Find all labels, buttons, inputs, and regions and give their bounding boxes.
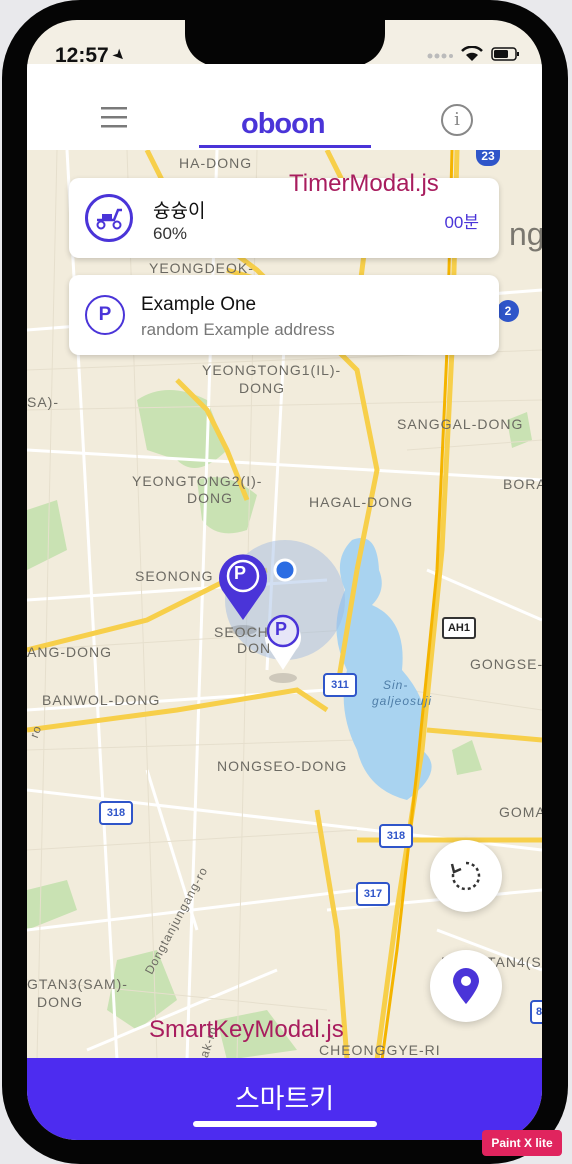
location-arrow-icon: ➤ bbox=[108, 44, 130, 66]
header-active-indicator bbox=[199, 145, 371, 148]
parking-marker[interactable]: P bbox=[275, 619, 287, 640]
notch bbox=[185, 20, 385, 66]
map-label: BANWOL-DONG bbox=[42, 692, 161, 708]
location-pin-icon bbox=[453, 968, 479, 1004]
parking-icon: P bbox=[85, 295, 125, 335]
lake-label: Sin- bbox=[383, 678, 409, 692]
map-label: DONG bbox=[239, 380, 285, 396]
refresh-icon bbox=[450, 861, 481, 891]
smartkey-label: 스마트키 bbox=[234, 1084, 335, 1114]
map-label: BORA bbox=[503, 476, 542, 492]
road-shield: 311 bbox=[323, 673, 357, 697]
refresh-button[interactable] bbox=[430, 840, 502, 912]
map-label: CHEONGGYE-RI bbox=[319, 1042, 441, 1058]
map-label: SA)- bbox=[27, 394, 59, 410]
road-shield: 317 bbox=[356, 882, 390, 906]
signal-icon bbox=[427, 48, 453, 66]
lake-label: galjeosuji bbox=[372, 694, 433, 708]
map-label: YEONGTONG2(I)- bbox=[132, 473, 263, 489]
map-label: HA-DONG bbox=[179, 155, 253, 171]
parking-title: Example One bbox=[141, 294, 257, 315]
map-label: SEOCH bbox=[214, 624, 269, 640]
road-shield: 318 bbox=[379, 824, 413, 848]
map-label: YEONGDEOK- bbox=[149, 260, 254, 276]
road-shield: 23 bbox=[476, 150, 500, 166]
my-location-button[interactable] bbox=[430, 950, 502, 1022]
road-shield: 318 bbox=[99, 801, 133, 825]
parking-card[interactable]: P Example One random Example address bbox=[69, 275, 499, 355]
timer-value: 00분 bbox=[444, 213, 479, 232]
road-shield: AH1 bbox=[442, 617, 476, 639]
menu-icon[interactable] bbox=[101, 106, 127, 133]
map-label: NONGSEO-DONG bbox=[217, 758, 348, 774]
map-label: SEONONG bbox=[135, 568, 214, 584]
map-label: SANGGAL-DONG bbox=[397, 416, 524, 432]
parking-address: random Example address bbox=[141, 320, 335, 339]
map-label: GOMA bbox=[499, 804, 542, 820]
home-indicator bbox=[193, 1121, 377, 1127]
app-screen: HA-DONG YEONGDEOK- YEONGTONG1(IL)- DONG … bbox=[27, 20, 542, 1140]
map-label: ng bbox=[509, 216, 542, 252]
dev-label-timer-modal: TimerModal.js bbox=[289, 170, 439, 197]
map-label: ANG-DONG bbox=[27, 644, 112, 660]
road-shield: 8 bbox=[530, 1000, 542, 1024]
device-name: 슝슝이 bbox=[153, 201, 206, 222]
map-label: GONGSE- bbox=[470, 656, 542, 672]
map-label: DONG bbox=[187, 490, 233, 506]
dev-label-smartkey-modal: SmartKeyModal.js bbox=[149, 1016, 344, 1043]
battery-level: 60% bbox=[153, 224, 188, 243]
parking-marker-selected[interactable]: P bbox=[234, 563, 246, 584]
scooter-icon bbox=[85, 194, 133, 242]
smartkey-button[interactable]: 스마트키 bbox=[27, 1058, 542, 1140]
map-label: YEONGTONG1(IL)- bbox=[202, 362, 342, 378]
paint-x-lite-badge[interactable]: Paint X lite bbox=[482, 1130, 562, 1156]
map-label: DON bbox=[237, 640, 272, 656]
map-label: DONG bbox=[37, 994, 83, 1010]
map-label: HAGAL-DONG bbox=[309, 494, 414, 510]
map-label: GTAN3(SAM)- bbox=[27, 976, 128, 992]
info-icon[interactable]: i bbox=[441, 104, 473, 136]
app-logo: oboon bbox=[241, 108, 326, 140]
road-shield: 2 bbox=[497, 300, 519, 322]
